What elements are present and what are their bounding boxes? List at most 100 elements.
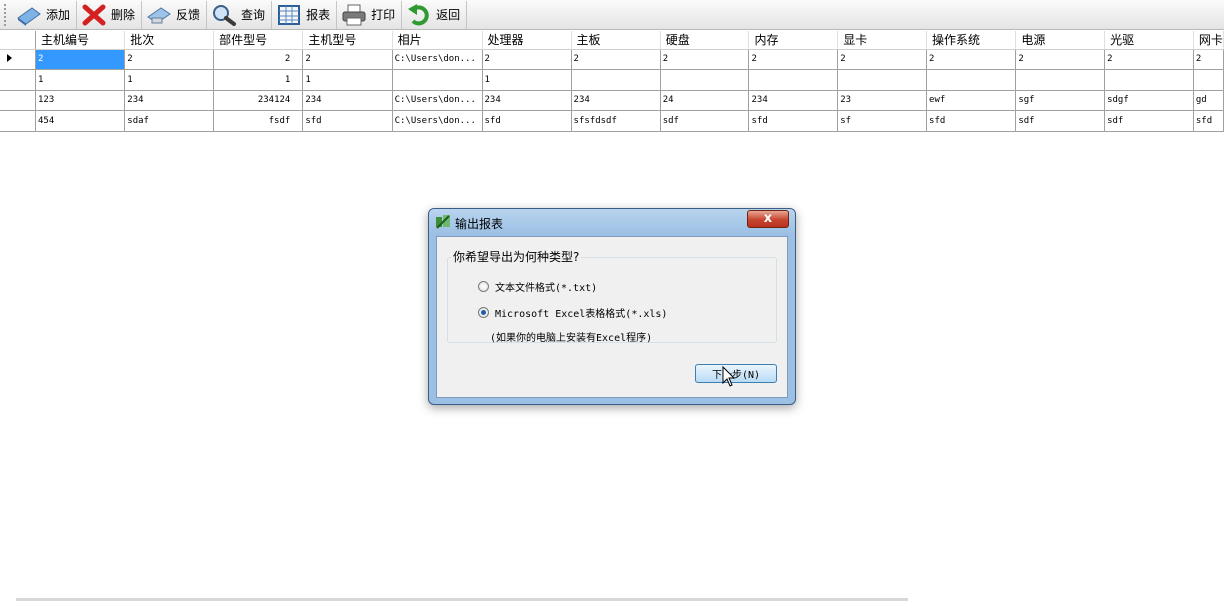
table-cell[interactable]: sdgf — [1104, 90, 1194, 111]
column-header[interactable]: 操作系统 — [926, 31, 1017, 50]
row-header[interactable] — [0, 110, 37, 132]
column-header[interactable]: 相片 — [392, 31, 483, 50]
table-cell[interactable]: C:\Users\don... — [392, 110, 483, 132]
table-cell[interactable]: 234 — [124, 90, 215, 111]
column-header[interactable]: 主板 — [571, 31, 661, 50]
table-cell[interactable]: 2 — [35, 49, 126, 70]
delete-button[interactable]: 删除 — [77, 0, 143, 29]
column-header[interactable]: 网卡 — [1193, 31, 1224, 50]
table-cell[interactable] — [748, 69, 839, 91]
table-cell[interactable]: 1 — [213, 69, 304, 91]
row-header[interactable] — [0, 69, 37, 91]
table-cell[interactable]: sgf — [1015, 90, 1106, 111]
table-cell[interactable]: 2 — [837, 49, 928, 70]
xls-format-radio[interactable] — [478, 307, 489, 318]
table-cell[interactable]: sfd — [302, 110, 393, 132]
next-button[interactable]: 下一步(N) — [695, 364, 777, 383]
table-cell[interactable]: 234 — [571, 90, 661, 111]
table-cell[interactable]: 2 — [571, 49, 661, 70]
row-header[interactable] — [0, 90, 37, 111]
table-cell[interactable]: sfsfdsdf — [571, 110, 661, 132]
feedback-button[interactable]: 反馈 — [142, 0, 208, 29]
row-header[interactable] — [0, 49, 37, 70]
table-cell[interactable]: fsdf — [213, 110, 304, 132]
table-row[interactable]: 11111 — [0, 69, 1224, 91]
xls-format-option[interactable]: Microsoft Excel表格格式(*.xls) — [478, 305, 667, 320]
table-row[interactable]: 454 sdaf fsdf sfd C:\Users\don... sfd sfsfdsdf… — [0, 110, 1224, 132]
toolbar-grip[interactable] — [4, 3, 8, 26]
table-cell[interactable]: 23 — [837, 90, 928, 111]
table-cell[interactable]: 2 — [482, 49, 572, 70]
xls-format-label[interactable]: Microsoft Excel表格格式(*.xls) — [495, 305, 667, 320]
table-cell[interactable]: sdf — [660, 110, 750, 132]
table-cell[interactable]: 2 — [660, 49, 750, 70]
table-cell[interactable]: sdaf — [124, 110, 215, 132]
table-cell[interactable] — [926, 69, 1017, 91]
table-cell[interactable]: sfd — [748, 110, 839, 132]
column-header[interactable]: 硬盘 — [660, 31, 750, 50]
table-cell[interactable]: C:\Users\don... — [392, 49, 483, 70]
table-cell[interactable]: 2 — [748, 49, 839, 70]
table-cell[interactable]: 123 — [35, 90, 126, 111]
column-header[interactable]: 内存 — [748, 31, 839, 50]
table-cell[interactable]: sdf — [1104, 110, 1194, 132]
table-cell[interactable]: 1 — [302, 69, 393, 91]
data-grid[interactable]: 主机编号 批次 部件型号 主机型号 相片 处理器 主板 硬盘 内存 显卡 操作系… — [0, 31, 1224, 132]
table-cell[interactable]: 2 — [926, 49, 1017, 70]
table-cell[interactable]: 2 — [302, 49, 393, 70]
report-button[interactable]: 报表 — [272, 0, 338, 29]
column-header[interactable]: 主机编号 — [35, 31, 126, 50]
search-button[interactable]: 查询 — [207, 0, 273, 29]
table-cell[interactable]: 1 — [124, 69, 215, 91]
delete-icon — [81, 4, 107, 26]
corner-header[interactable] — [0, 31, 37, 50]
table-cell[interactable]: sf — [837, 110, 928, 132]
table-cell[interactable]: 234 — [482, 90, 572, 111]
column-header[interactable]: 处理器 — [482, 31, 572, 50]
report-icon — [276, 4, 302, 26]
table-cell[interactable]: 2 — [124, 49, 215, 70]
table-cell[interactable] — [660, 69, 750, 91]
table-cell[interactable]: sfd — [1193, 110, 1224, 132]
table-cell[interactable]: 234 — [302, 90, 393, 111]
table-row[interactable]: 2 2 2 2 C:\Users\don... 2 2 2 2 2 2 2 2 2 — [0, 49, 1224, 70]
column-header[interactable]: 光驱 — [1104, 31, 1194, 50]
table-cell[interactable] — [1015, 69, 1106, 91]
table-cell[interactable]: ewf — [926, 90, 1017, 111]
table-cell[interactable]: 24 — [660, 90, 750, 111]
table-cell[interactable] — [392, 69, 483, 91]
table-cell[interactable]: 234124 — [213, 90, 304, 111]
column-header[interactable]: 部件型号 — [213, 31, 304, 50]
report-button-label: 报表 — [306, 8, 331, 22]
txt-format-radio[interactable] — [478, 281, 489, 292]
back-button[interactable]: 返回 — [402, 0, 468, 29]
table-cell[interactable]: sdf — [1015, 110, 1106, 132]
table-cell[interactable]: 2 — [213, 49, 304, 70]
table-cell[interactable]: C:\Users\don... — [392, 90, 483, 111]
txt-format-label[interactable]: 文本文件格式(*.txt) — [495, 279, 597, 294]
column-header[interactable]: 显卡 — [837, 31, 928, 50]
table-cell[interactable]: 2 — [1104, 49, 1194, 70]
table-row[interactable]: 123 234 234124 234 C:\Users\don... 234 234 24 23… — [0, 90, 1224, 111]
table-cell[interactable] — [837, 69, 928, 91]
table-cell[interactable]: sfd — [482, 110, 572, 132]
table-cell[interactable]: 454 — [35, 110, 126, 132]
close-button[interactable]: x — [747, 210, 789, 228]
dialog-titlebar[interactable]: 输出报表 x — [429, 209, 795, 234]
table-cell[interactable]: gd — [1193, 90, 1224, 111]
table-cell[interactable]: 1 — [35, 69, 126, 91]
column-header[interactable]: 主机型号 — [302, 31, 393, 50]
table-cell[interactable]: 2 — [1015, 49, 1106, 70]
print-button[interactable]: 打印 — [337, 0, 403, 29]
table-cell[interactable]: 234 — [748, 90, 839, 111]
column-header[interactable]: 批次 — [124, 31, 215, 50]
table-cell[interactable] — [1104, 69, 1194, 91]
table-cell[interactable]: 1 — [482, 69, 572, 91]
column-header[interactable]: 电源 — [1015, 31, 1106, 50]
txt-format-option[interactable]: 文本文件格式(*.txt) — [478, 279, 597, 294]
table-cell[interactable] — [1193, 69, 1224, 91]
table-cell[interactable] — [571, 69, 661, 91]
add-button[interactable]: 添加 — [12, 0, 78, 29]
table-cell[interactable]: 2 — [1193, 49, 1224, 70]
table-cell[interactable]: sfd — [926, 110, 1017, 132]
